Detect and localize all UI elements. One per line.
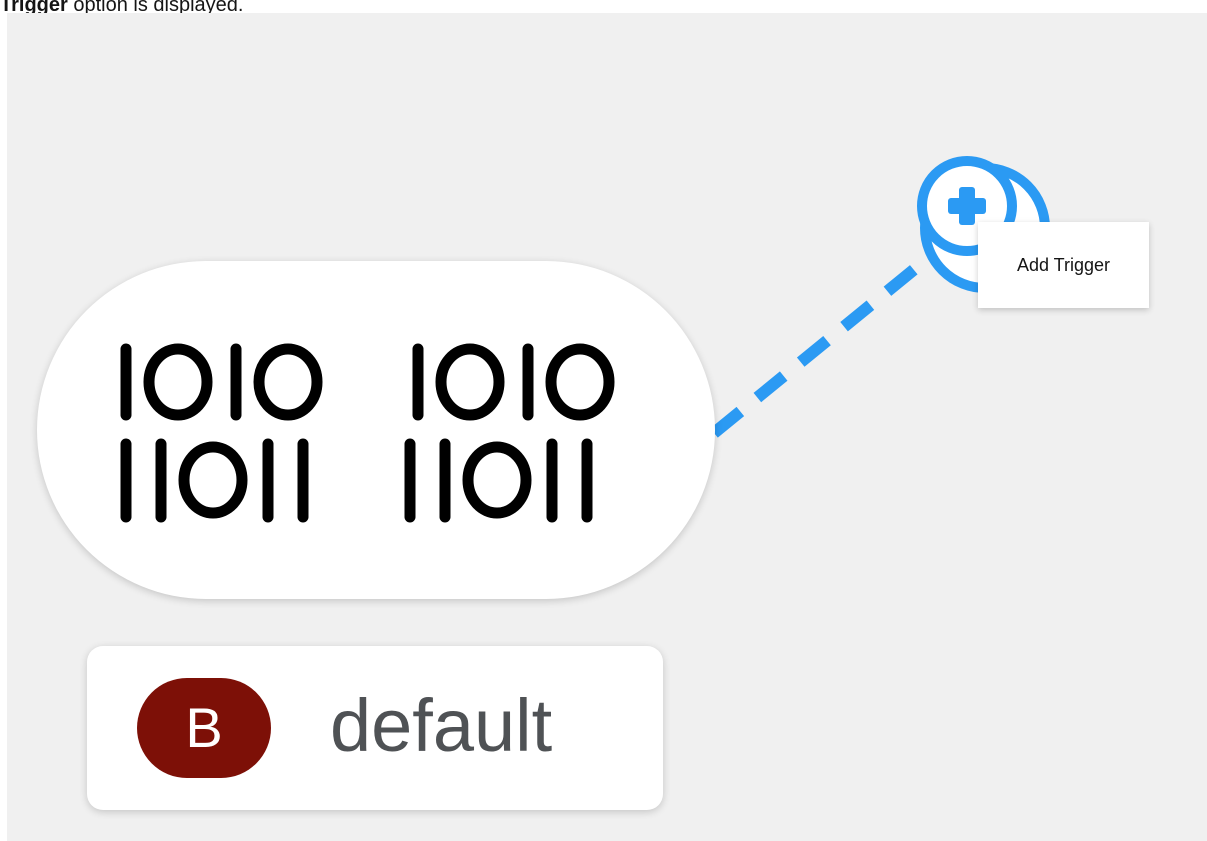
resource-badge: B (137, 678, 271, 778)
node-name: default (330, 684, 553, 767)
topology-canvas[interactable]: B default Add Trigger (7, 13, 1207, 841)
add-trigger-tooltip: Add Trigger (978, 222, 1149, 308)
node-label[interactable]: B default (87, 646, 663, 810)
binary-icon (120, 343, 615, 523)
